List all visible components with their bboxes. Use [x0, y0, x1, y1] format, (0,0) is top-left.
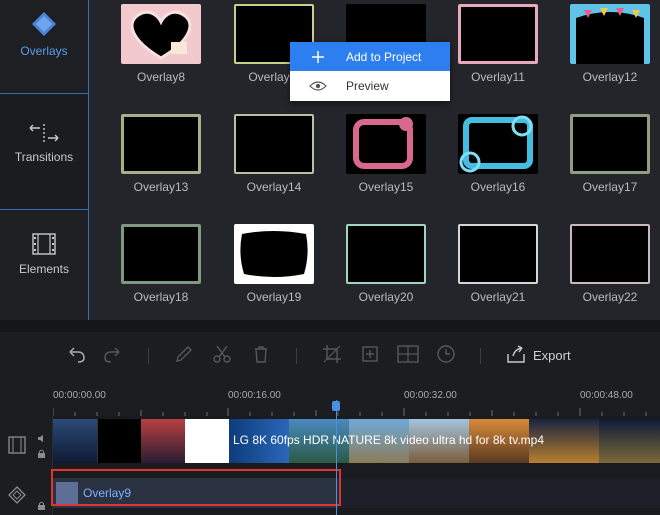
overlay-thumbnail[interactable] [234, 224, 314, 284]
sidebar-item-label: Overlays [20, 44, 68, 58]
ruler-time-label: 00:00:32.00 [404, 390, 457, 401]
ruler-time-label: 00:00:16.00 [228, 390, 281, 401]
eye-icon [309, 80, 327, 91]
overlay-thumbnail[interactable] [346, 224, 426, 284]
film-icon [8, 436, 26, 454]
export-icon[interactable] [505, 344, 527, 364]
ruler-ticks [53, 408, 647, 416]
scissors-icon[interactable] [212, 344, 232, 364]
lock-icon[interactable] [37, 449, 46, 458]
menu-item-label: Add to Project [346, 49, 422, 64]
sidebar-item-label: Elements [18, 262, 70, 276]
sidebar-item-transitions[interactable]: Transitions [0, 93, 88, 210]
overlay-label: Overlay19 [246, 290, 302, 304]
transitions-icon [29, 124, 59, 142]
plus-icon [312, 50, 324, 63]
timeline-ruler[interactable]: 00:00:00.00 00:00:16.00 00:00:32.00 00:0… [0, 378, 660, 416]
overlay-thumbnail[interactable] [121, 4, 201, 64]
overlay-label: Overlay12 [582, 70, 638, 84]
film-icon [32, 233, 56, 255]
overlay-thumbnail[interactable] [458, 224, 538, 284]
video-clip[interactable]: LG 8K 60fps HDR NATURE 8k video ultra hd… [53, 419, 660, 463]
overlay-thumbnail[interactable] [458, 114, 538, 174]
overlay-thumbnail[interactable] [346, 114, 426, 174]
overlay-thumbnail[interactable] [570, 114, 650, 174]
add-to-project-menu-item[interactable]: Add to Project [290, 42, 450, 71]
clock-icon[interactable] [436, 344, 456, 364]
video-clip-title: LG 8K 60fps HDR NATURE 8k video ultra hd… [233, 433, 545, 447]
overlay-label: Overlay11 [471, 70, 525, 84]
overlay-label: Overlay21 [470, 290, 526, 304]
sidebar-item-elements[interactable]: Elements [0, 210, 88, 320]
overlay-label: Overlay16 [470, 180, 526, 194]
playhead-line[interactable] [336, 400, 337, 515]
overlay-label: Overlay8 [136, 70, 186, 84]
overlay-thumbnail[interactable] [570, 4, 650, 64]
lock-icon[interactable] [37, 501, 46, 510]
sidebar: Overlays Transitions Elements [0, 0, 88, 320]
playhead-handle[interactable] [332, 401, 340, 411]
layers-icon [32, 12, 56, 36]
overlay-label: Overlay18 [133, 290, 189, 304]
preview-menu-item[interactable]: Preview [290, 71, 450, 100]
video-track-header [0, 416, 53, 476]
sidebar-item-overlays[interactable]: Overlays [0, 10, 88, 92]
redo-icon[interactable] [103, 344, 125, 364]
ruler-time-label: 00:00:00.00 [53, 390, 106, 401]
overlay-label: Overlay22 [582, 290, 638, 304]
context-menu: Add to Project Preview [290, 42, 450, 101]
overlay-thumbnail[interactable] [570, 224, 650, 284]
zoom-frame-icon[interactable] [360, 344, 380, 364]
overlay-thumbnail[interactable] [121, 224, 201, 284]
overlay-label: Overlay17 [582, 180, 638, 194]
overlay-thumbnail[interactable] [234, 114, 314, 174]
sidebar-item-label: Transitions [14, 150, 74, 164]
selection-highlight [51, 469, 341, 506]
speaker-icon[interactable] [37, 434, 46, 443]
overlay-label: Overlay15 [358, 180, 414, 194]
pencil-icon[interactable] [174, 344, 194, 364]
overlay-label: Overlay20 [358, 290, 414, 304]
overlay-thumbnail[interactable] [458, 4, 538, 64]
overlay-track-header [0, 477, 53, 515]
editing-toolbar: Export [0, 332, 660, 378]
overlay-label: Overlay13 [133, 180, 189, 194]
overlay-thumbnail[interactable] [121, 114, 201, 174]
panel-divider [0, 320, 660, 332]
overlay-label: Overlay14 [246, 180, 302, 194]
export-button[interactable]: Export [533, 348, 571, 363]
ruler-time-label: 00:00:48.00 [580, 390, 633, 401]
crop-icon[interactable] [322, 344, 342, 364]
trash-icon[interactable] [251, 344, 271, 364]
mosaic-icon[interactable] [396, 344, 420, 364]
layers-icon [8, 486, 26, 504]
menu-item-label: Preview [346, 78, 389, 93]
undo-icon[interactable] [64, 344, 86, 364]
